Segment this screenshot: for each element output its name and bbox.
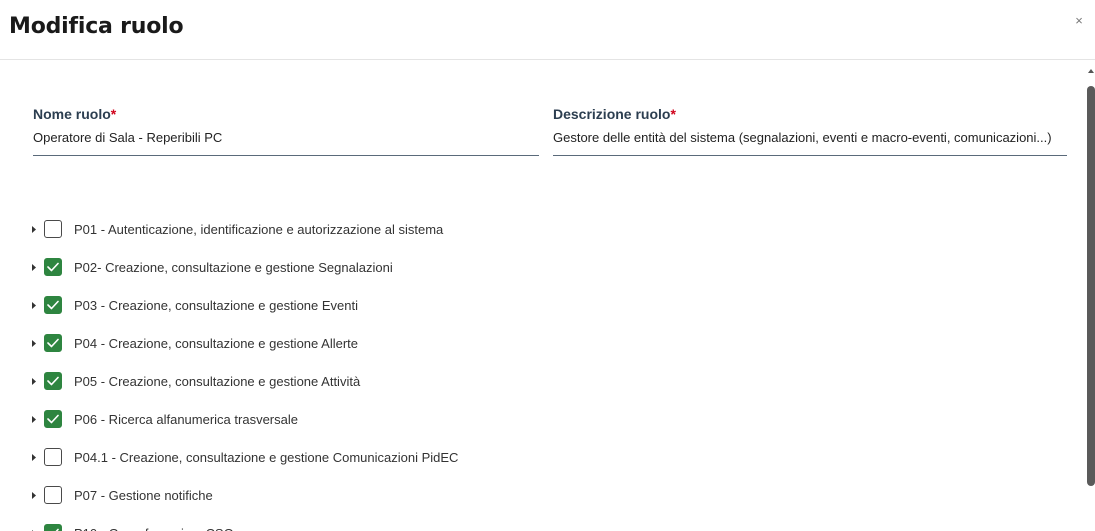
required-mark: * [110,106,117,122]
scrollbar-thumb[interactable] [1087,86,1095,486]
expand-caret-icon[interactable] [30,257,38,277]
role-description-label: Descrizione ruolo* [553,106,676,122]
permission-checkbox[interactable] [44,524,62,531]
permission-checkbox[interactable] [44,372,62,390]
permission-label: P02- Creazione, consultazione e gestione… [74,259,393,275]
permission-label: P07 - Gestione notifiche [74,487,213,503]
dialog-header: Modifica ruolo × [0,0,1095,60]
scroll-up-arrow-icon[interactable] [1088,68,1094,74]
permission-checkbox[interactable] [44,486,62,504]
permission-checkbox[interactable] [44,334,62,352]
permission-label: P04 - Creazione, consultazione e gestion… [74,335,359,351]
permission-label: P10 - Georeferenzia e CSO [74,526,234,531]
dialog-title: Modifica ruolo [9,14,184,39]
expand-caret-icon[interactable] [30,523,38,531]
expand-caret-icon[interactable] [30,409,38,429]
permission-checkbox[interactable] [44,410,62,428]
permission-item: P05 - Creazione, consultazione e gestion… [30,362,1070,400]
permission-item: P01 - Autenticazione, identificazione e … [30,210,1070,248]
permission-tree: P01 - Autenticazione, identificazione e … [30,210,1070,531]
permission-label: P06 - Ricerca alfanumerica trasversale [74,411,298,427]
permission-item: P10 - Georeferenzia e CSO [30,514,1070,531]
required-mark: * [670,106,676,122]
permission-checkbox[interactable] [44,258,62,276]
role-name-input[interactable]: Operatore di Sala - Reperibili PC [33,130,539,145]
role-name-label: Nome ruolo* [33,106,117,122]
permission-item: P06 - Ricerca alfanumerica trasversale [30,400,1070,438]
permission-label: P01 - Autenticazione, identificazione e … [74,221,444,237]
role-name-field[interactable]: Nome ruolo* Operatore di Sala - Reperibi… [33,106,539,156]
permission-checkbox[interactable] [44,220,62,238]
expand-caret-icon[interactable] [30,447,38,467]
role-description-field[interactable]: Descrizione ruolo* Gestore delle entità … [553,106,1067,156]
expand-caret-icon[interactable] [30,485,38,505]
permission-item: P07 - Gestione notifiche [30,476,1070,514]
permission-item: P03 - Creazione, consultazione e gestion… [30,286,1070,324]
permission-label: P03 - Creazione, consultazione e gestion… [74,297,359,313]
expand-caret-icon[interactable] [30,219,38,239]
expand-caret-icon[interactable] [30,371,38,391]
permission-checkbox[interactable] [44,448,62,466]
permission-item: P04.1 - Creazione, consultazione e gesti… [30,438,1070,476]
permission-label: P05 - Creazione, consultazione e gestion… [74,373,361,389]
permission-item: P04 - Creazione, consultazione e gestion… [30,324,1070,362]
permission-label: P04.1 - Creazione, consultazione e gesti… [74,449,459,465]
expand-caret-icon[interactable] [30,333,38,353]
permission-item: P02- Creazione, consultazione e gestione… [30,248,1070,286]
expand-caret-icon[interactable] [30,295,38,315]
close-icon[interactable]: × [1072,14,1086,28]
role-description-input[interactable]: Gestore delle entità del sistema (segnal… [553,130,1067,145]
permission-checkbox[interactable] [44,296,62,314]
